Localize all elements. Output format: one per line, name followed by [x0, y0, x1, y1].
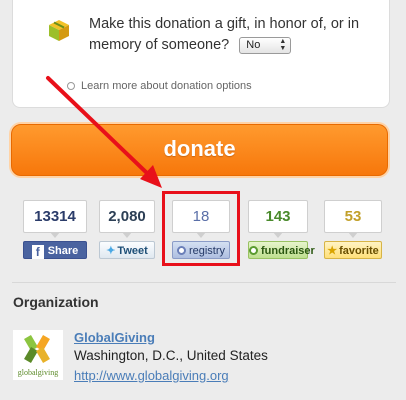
learn-more-link[interactable]: Learn more about donation options — [67, 80, 252, 92]
facebook-share-widget: 13314 f Share — [23, 200, 87, 259]
gift-box-icon — [49, 20, 69, 41]
fundraiser-count: 143 — [248, 200, 308, 238]
fundraiser-widget: 143 fundraiser — [248, 200, 315, 259]
facebook-share-count: 13314 — [23, 200, 87, 238]
select-arrows-icon: ▲ ▼ — [279, 37, 287, 52]
gift-select-value: No — [246, 38, 261, 51]
tweet-count: 2,080 — [99, 200, 155, 238]
registry-highlight-box — [162, 191, 240, 266]
section-divider — [12, 282, 396, 283]
fundraiser-button[interactable]: fundraiser — [248, 241, 315, 259]
organization-url-link[interactable]: http://www.globalgiving.org — [74, 368, 229, 383]
tweet-label: Tweet — [117, 245, 148, 257]
fundraiser-label: fundraiser — [261, 245, 315, 257]
facebook-icon: f — [31, 245, 44, 259]
facebook-share-button[interactable]: f Share — [23, 241, 87, 259]
gift-option-card: Make this donation a gift, in honor of, … — [12, 0, 390, 108]
donate-button[interactable]: donate — [11, 124, 388, 176]
logo-wordmark: globalgiving — [17, 368, 59, 377]
facebook-share-label: Share — [47, 245, 79, 257]
globalgiving-mark-icon — [24, 334, 50, 364]
favorite-widget: 53 ★ favorite — [324, 200, 382, 259]
info-icon — [67, 82, 75, 90]
favorite-label: favorite — [339, 245, 379, 257]
gift-question-text: Make this donation a gift, in honor of, … — [89, 16, 360, 53]
globalgiving-logo[interactable]: globalgiving — [13, 330, 63, 380]
organization-location: Washington, D.C., United States — [74, 348, 268, 363]
learn-more-text: Learn more about donation options — [81, 80, 252, 92]
favorite-button[interactable]: ★ favorite — [324, 241, 382, 259]
fundraiser-icon — [249, 246, 258, 255]
organization-name-link[interactable]: GlobalGiving — [74, 330, 155, 345]
favorite-count: 53 — [324, 200, 382, 238]
gift-question: Make this donation a gift, in honor of, … — [89, 14, 389, 56]
twitter-bird-icon: ✦ — [106, 245, 116, 257]
tweet-widget: 2,080 ✦ Tweet — [99, 200, 155, 259]
gift-select[interactable]: No ▲ ▼ — [239, 36, 292, 54]
organization-heading: Organization — [13, 294, 99, 310]
star-icon: ★ — [327, 245, 338, 257]
tweet-button[interactable]: ✦ Tweet — [99, 241, 155, 259]
